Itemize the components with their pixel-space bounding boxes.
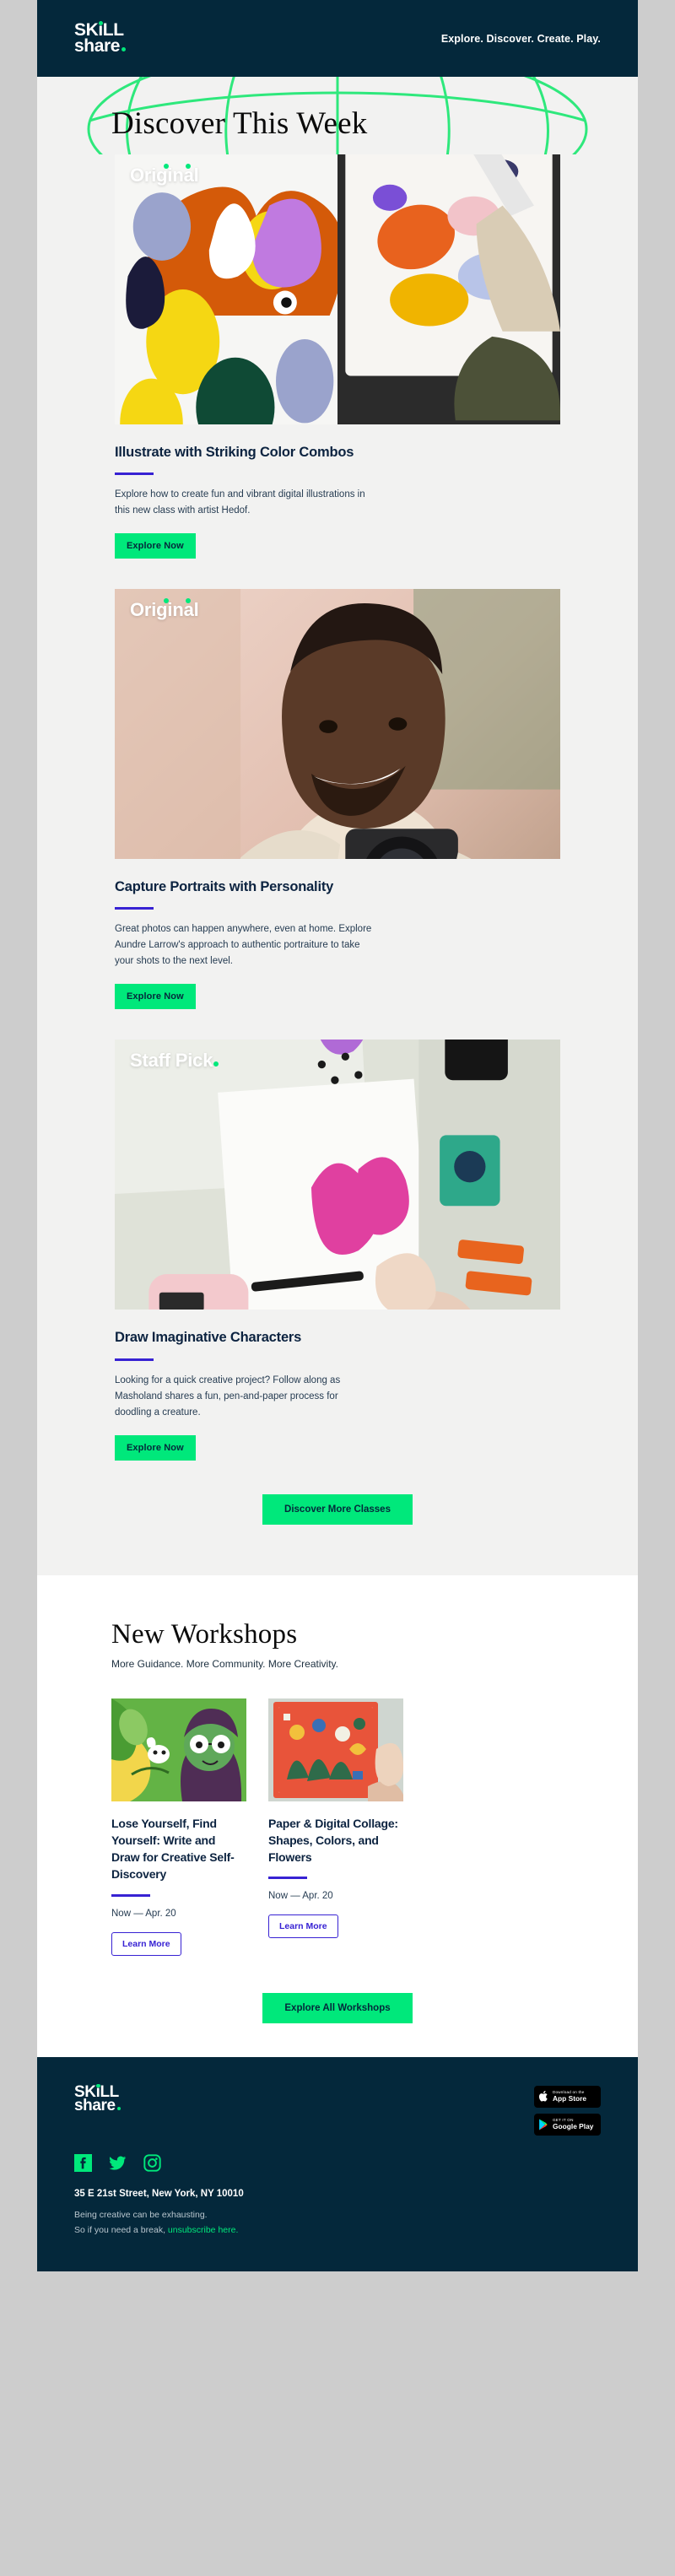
card-title: Capture Portraits with Personality (115, 879, 334, 895)
card-body: Explore how to create fun and vibrant di… (115, 489, 365, 516)
learn-more-button[interactable]: Learn More (111, 1931, 181, 1956)
workshop-card: Paper & Digital Collage: Shapes, Colors,… (268, 1698, 403, 1939)
workshops-grid: Lose Yourself, Find Yourself: Write and … (37, 1670, 638, 1956)
card-image (115, 589, 560, 860)
discover-hero: Discover This Week (37, 77, 638, 154)
card-body: Looking for a quick creative project? Fo… (115, 1374, 341, 1418)
footer-address: 35 E 21st Street, New York, NY 10010 (74, 2188, 244, 2199)
app-store-badges: Download on the App Store GET IT ON Goog… (534, 2085, 601, 2136)
card-badge: Staff Pick (130, 1050, 219, 1072)
card-title: Illustrate with Striking Color Combos (115, 445, 354, 460)
footer-logo[interactable]: SKiLL share (74, 2083, 122, 2114)
twitter-icon[interactable] (109, 2154, 127, 2172)
workshop-rule (111, 1893, 150, 1897)
card-badge: Original (130, 164, 199, 186)
card-title: Draw Imaginative Characters (115, 1330, 302, 1346)
footer-logo-line-2: share (74, 2098, 122, 2114)
card-rule (115, 1358, 154, 1361)
app-store-badge[interactable]: Download on the App Store (534, 2085, 601, 2108)
workshop-date: Now — Apr. 20 (268, 1891, 333, 1902)
legal-line-1: Being creative can be exhausting. (74, 2209, 208, 2220)
badge-dot-icon (213, 1061, 219, 1067)
card-media[interactable]: Staff Pick (115, 1040, 560, 1310)
explore-all-workshops-button[interactable]: Explore All Workshops (262, 1992, 413, 2023)
explore-now-button[interactable]: Explore Now (115, 984, 196, 1010)
apple-icon (538, 2091, 548, 2102)
card-image (115, 1040, 560, 1310)
logo-period-icon (122, 46, 127, 51)
workshop-thumbnail[interactable] (268, 1698, 403, 1801)
class-card: Original (115, 154, 560, 559)
card-body: Great photos can happen anywhere, even a… (115, 924, 372, 967)
legal-line-2-pre: So if you need a break, (74, 2224, 168, 2235)
footer-logo-dot-icon (96, 2083, 100, 2088)
card-media[interactable]: Original (115, 589, 560, 860)
card-badge: Original (130, 598, 199, 621)
workshops-title: New Workshops (111, 1618, 298, 1650)
workshop-thumbnail[interactable] (111, 1698, 246, 1801)
app-store-large-label: App Store (553, 2093, 587, 2103)
card-image-left (115, 154, 338, 424)
discover-more-classes-button[interactable]: Discover More Classes (262, 1493, 413, 1525)
email-header: SKiLL share Explore. Discover. Create. P… (37, 0, 638, 77)
discover-cards: Original Illustrate with Striking Color … (37, 154, 638, 1575)
footer-top-row: SKiLL share Download on the App Store GE… (74, 2083, 601, 2136)
instagram-icon[interactable] (143, 2154, 161, 2172)
card-rule (115, 907, 154, 910)
workshop-card: Lose Yourself, Find Yourself: Write and … (111, 1698, 246, 1956)
workshop-rule (268, 1877, 307, 1880)
google-play-badge[interactable]: GET IT ON Google Play (534, 2113, 601, 2136)
workshops-subtitle: More Guidance. More Community. More Crea… (111, 1657, 338, 1670)
header-tagline: Explore. Discover. Create. Play. (440, 32, 601, 45)
card-rule (115, 473, 154, 476)
class-card: Staff Pick Draw Imaginative Characters L… (115, 1040, 560, 1461)
facebook-icon[interactable] (74, 2153, 92, 2172)
google-play-large-label: Google Play (553, 2121, 594, 2130)
social-links (74, 2153, 601, 2172)
workshops-section: New Workshops More Guidance. More Commun… (37, 1574, 638, 2057)
workshops-cta-wrap: Explore All Workshops (37, 1956, 638, 2023)
explore-now-button[interactable]: Explore Now (115, 533, 196, 559)
footer-legal: Being creative can be exhausting. So if … (74, 2208, 601, 2238)
card-image-right (338, 154, 560, 424)
email-footer: SKiLL share Download on the App Store GE… (37, 2056, 638, 2272)
footer-logo-period-icon (116, 2106, 122, 2111)
workshop-date: Now — Apr. 20 (111, 1908, 176, 1919)
explore-now-button[interactable]: Explore Now (115, 1434, 196, 1461)
unsubscribe-link[interactable]: unsubscribe here. (168, 2225, 238, 2235)
logo-line-2: share (74, 37, 127, 55)
workshop-title: Lose Yourself, Find Yourself: Write and … (111, 1816, 235, 1882)
discover-cta-wrap: Discover More Classes (37, 1491, 638, 1553)
class-card: Original (115, 589, 560, 1010)
google-play-icon (539, 2119, 548, 2130)
card-media[interactable]: Original (115, 154, 560, 424)
learn-more-button[interactable]: Learn More (268, 1914, 338, 1939)
page-title: Discover This Week (111, 106, 368, 141)
skillshare-logo[interactable]: SKiLL share (74, 21, 127, 55)
email-body: SKiLL share Explore. Discover. Create. P… (37, 0, 638, 2272)
workshop-title: Paper & Digital Collage: Shapes, Colors,… (268, 1816, 398, 1865)
